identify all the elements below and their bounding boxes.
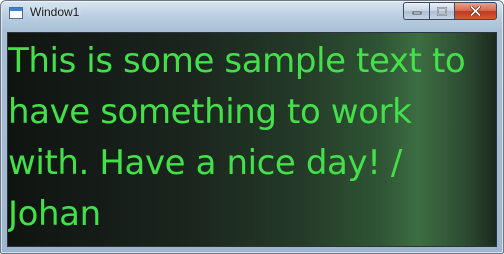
sample-text: This is some sample text to have somethi… xyxy=(8,41,476,234)
close-button[interactable] xyxy=(454,2,497,20)
window-title: Window1 xyxy=(30,5,80,19)
client-area: This is some sample text to have somethi… xyxy=(7,32,497,247)
close-icon xyxy=(470,6,481,16)
maximize-button[interactable] xyxy=(429,2,454,20)
caption-buttons xyxy=(403,2,497,20)
title-bar[interactable]: Window1 xyxy=(1,1,503,29)
minimize-icon xyxy=(412,11,421,15)
maximize-icon xyxy=(437,6,447,16)
minimize-button[interactable] xyxy=(403,2,429,20)
app-window: Window1 This is some sample text to have… xyxy=(0,0,504,254)
window-app-icon[interactable] xyxy=(9,7,23,19)
